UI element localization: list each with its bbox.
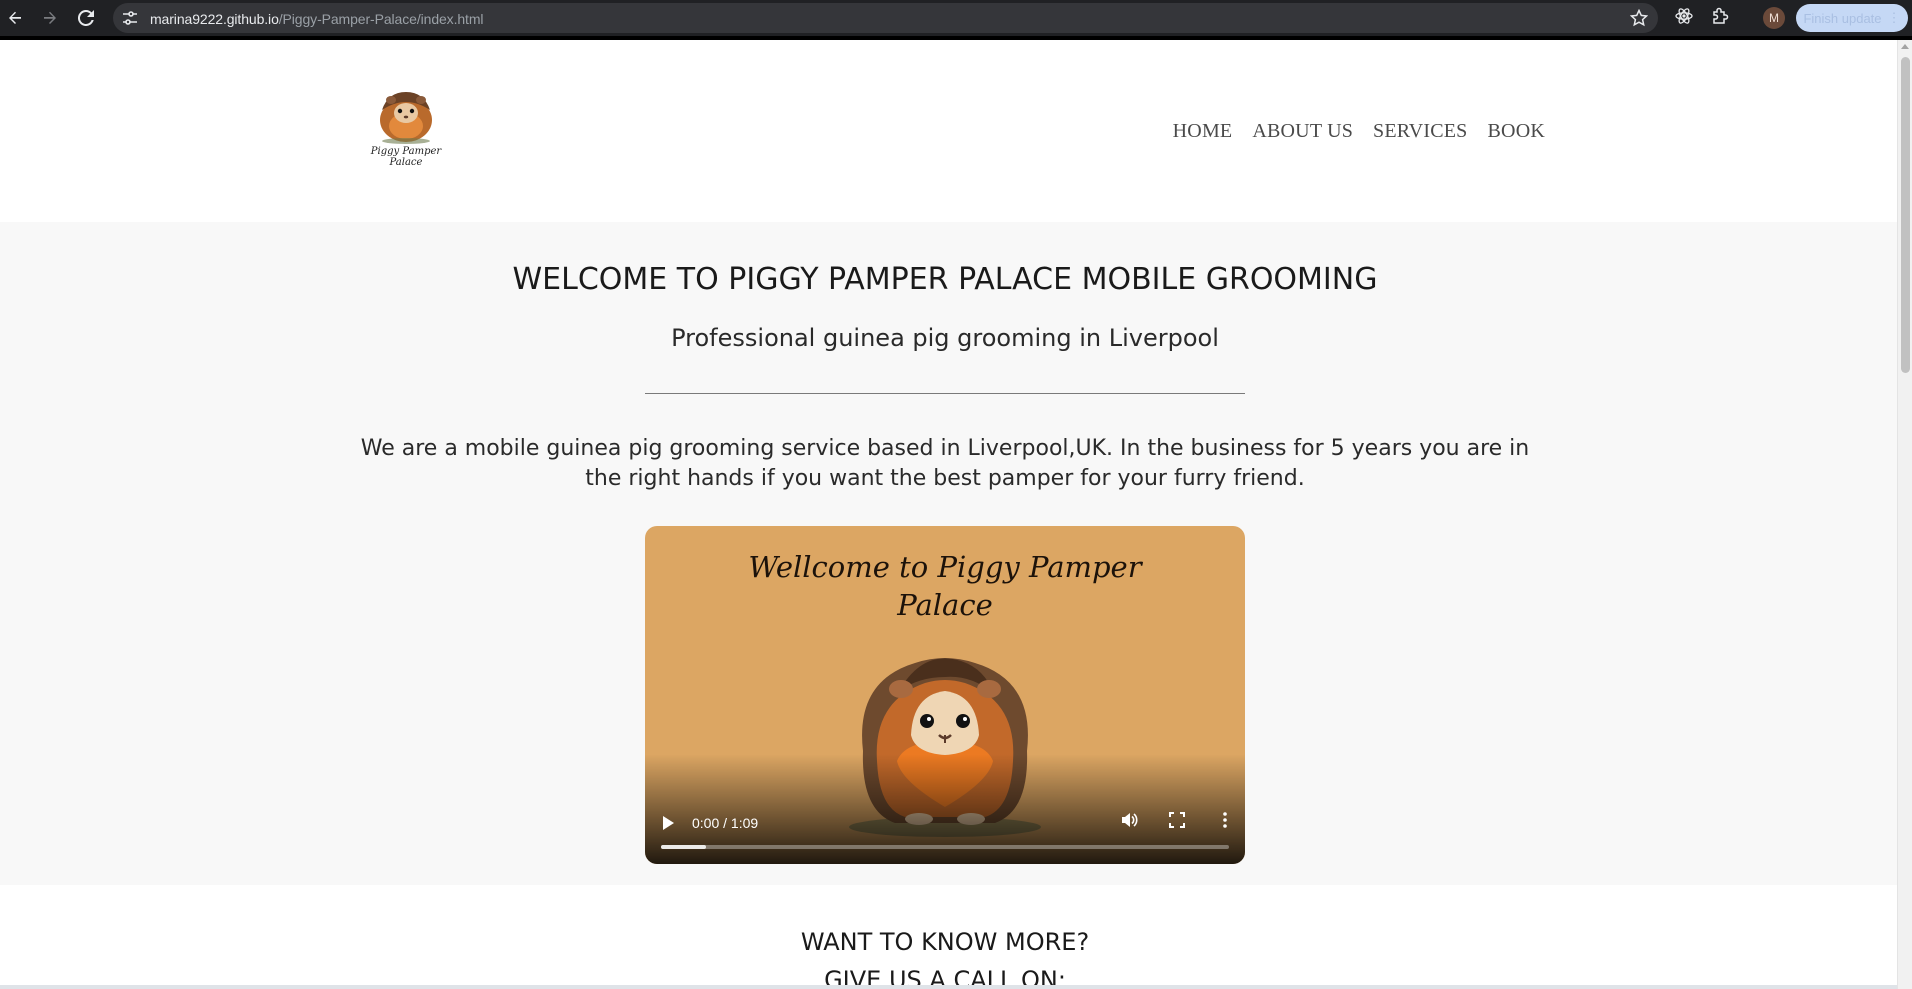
forward-icon[interactable] bbox=[36, 4, 64, 32]
nav-home[interactable]: HOME bbox=[1173, 120, 1233, 143]
back-icon[interactable] bbox=[1, 4, 29, 32]
hero-subtitle: Professional guinea pig grooming in Live… bbox=[671, 324, 1219, 352]
main-navigation: HOME ABOUT US SERVICES BOOK bbox=[1173, 120, 1545, 143]
fullscreen-icon[interactable] bbox=[1168, 811, 1186, 834]
finish-update-button[interactable]: Finish update ⋮ bbox=[1796, 4, 1908, 32]
bookmark-star-icon[interactable] bbox=[1629, 8, 1649, 32]
page-scrollbar[interactable] bbox=[1897, 40, 1912, 989]
reload-icon[interactable] bbox=[72, 4, 100, 32]
intro-video[interactable]: Wellcome to Piggy Pamper Palace 0:00 / 1… bbox=[645, 526, 1245, 864]
nav-about-us[interactable]: ABOUT US bbox=[1252, 120, 1353, 143]
svg-text:Palace: Palace bbox=[389, 157, 423, 168]
more-options-icon[interactable] bbox=[1216, 811, 1234, 834]
piggy-pamper-palace-logo[interactable]: Piggy Pamper Palace bbox=[366, 80, 446, 172]
play-icon[interactable] bbox=[663, 816, 674, 830]
video-title-line-2: Palace bbox=[897, 588, 993, 622]
video-buffer-fill bbox=[661, 845, 707, 849]
finish-update-label: Finish update bbox=[1803, 10, 1882, 26]
react-devtools-icon[interactable] bbox=[1674, 6, 1694, 31]
divider-rule bbox=[645, 393, 1245, 394]
video-title-line-1: Wellcome to Piggy Pamper bbox=[748, 550, 1142, 584]
svg-text:Piggy Pamper: Piggy Pamper bbox=[370, 146, 443, 157]
scroll-up-arrow-icon[interactable] bbox=[1901, 44, 1909, 49]
nav-book[interactable]: BOOK bbox=[1488, 120, 1545, 143]
video-controls: 0:00 / 1:09 bbox=[645, 800, 1245, 864]
url-host: marina9222.github.io bbox=[150, 11, 279, 27]
video-time: 0:00 / 1:09 bbox=[692, 815, 759, 831]
avatar-initial: M bbox=[1769, 11, 1779, 25]
profile-avatar[interactable]: M bbox=[1763, 7, 1785, 29]
volume-icon[interactable] bbox=[1120, 811, 1138, 834]
address-bar[interactable]: marina9222.github.io/Piggy-Pamper-Palace… bbox=[113, 3, 1658, 33]
site-header: Piggy Pamper Palace HOME ABOUT US SERVIC… bbox=[0, 40, 1897, 222]
intro-paragraph: We are a mobile guinea pig grooming serv… bbox=[360, 436, 1530, 491]
contact-heading: WANT TO KNOW MORE? bbox=[800, 928, 1090, 956]
page-title: WELCOME TO PIGGY PAMPER PALACE MOBILE GR… bbox=[512, 262, 1378, 297]
video-title-card: Wellcome to Piggy Pamper Palace bbox=[645, 548, 1245, 624]
scrollbar-thumb[interactable] bbox=[1901, 57, 1910, 373]
video-progress-bar[interactable] bbox=[661, 845, 1229, 849]
url-path: /Piggy-Pamper-Palace/index.html bbox=[278, 11, 484, 27]
site-settings-icon[interactable] bbox=[122, 10, 138, 31]
url-text: marina9222.github.io/Piggy-Pamper-Palace… bbox=[150, 11, 484, 27]
viewport-bottom-edge bbox=[0, 985, 1897, 989]
nav-services[interactable]: SERVICES bbox=[1373, 120, 1467, 143]
browser-toolbar: marina9222.github.io/Piggy-Pamper-Palace… bbox=[0, 0, 1912, 36]
extensions-puzzle-icon[interactable] bbox=[1710, 6, 1730, 31]
more-vert-icon: ⋮ bbox=[1887, 10, 1901, 25]
